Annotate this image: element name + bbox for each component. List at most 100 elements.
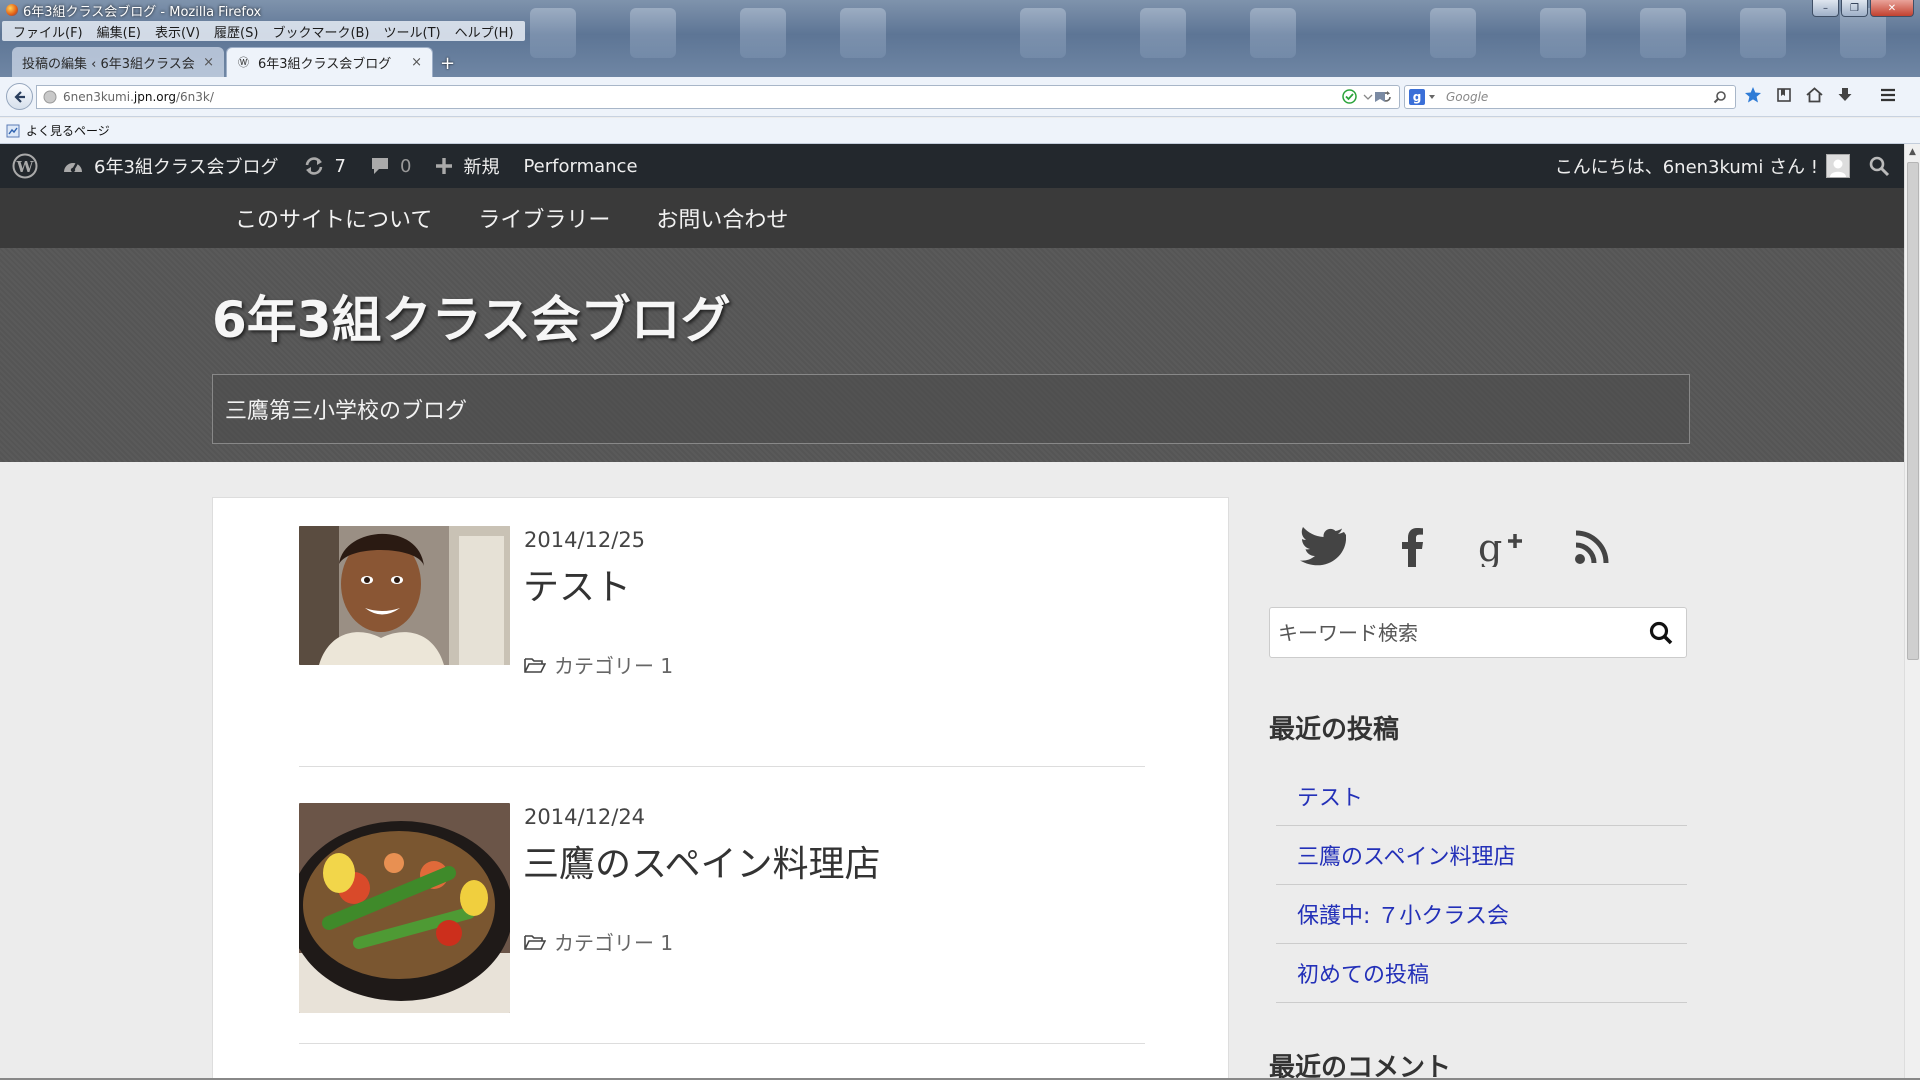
menu-view[interactable]: 表示(V): [148, 22, 207, 41]
admin-site-name[interactable]: 6年3組クラス会ブログ: [50, 144, 291, 188]
maximize-button[interactable]: ❐: [1841, 0, 1868, 17]
tab-edit-post[interactable]: 投稿の編集 ‹ 6年3組クラス会… ×: [12, 47, 224, 77]
close-tab-icon[interactable]: ×: [203, 55, 214, 70]
updates-icon: [305, 157, 322, 175]
close-tab-icon[interactable]: ×: [411, 55, 422, 70]
wordpress-favicon-icon: Ⓦ: [238, 56, 249, 69]
wordpress-logo-icon: W: [12, 153, 38, 179]
svg-text:W: W: [16, 158, 35, 176]
post-item: 2014/12/25 テスト カテゴリー 1: [299, 526, 1145, 767]
home-icon[interactable]: [1806, 87, 1823, 103]
site-description-text: 三鷹第三小学校のブログ: [225, 399, 468, 424]
admin-comments[interactable]: 0: [358, 144, 423, 188]
recent-posts-title: 最近の投稿: [1269, 715, 1400, 745]
recent-post-link[interactable]: テスト: [1276, 767, 1687, 826]
menu-edit[interactable]: 編集(E): [90, 22, 148, 41]
folder-icon: [524, 934, 546, 950]
nav-library[interactable]: ライブラリー: [478, 202, 610, 234]
post-divider: [299, 766, 1145, 767]
comments-icon: [372, 158, 388, 174]
url-prefix: 6nen3kumi.: [63, 90, 134, 104]
rss-icon[interactable]: [1574, 529, 1610, 565]
new-tab-button[interactable]: +: [440, 53, 455, 74]
verified-check-icon[interactable]: [1342, 89, 1357, 104]
post-divider: [299, 1043, 1145, 1044]
addon-icon[interactable]: [1372, 89, 1388, 105]
facebook-icon[interactable]: [1398, 527, 1426, 567]
page-scrollbar[interactable]: ▲: [1904, 144, 1920, 1078]
keyword-search-input[interactable]: [1278, 612, 1636, 653]
bookmark-star-icon[interactable]: [1744, 86, 1762, 104]
user-silhouette-icon: [1830, 159, 1846, 177]
bookmark-most-visited[interactable]: よく見るページ: [6, 122, 110, 139]
performance-label: Performance: [523, 155, 638, 177]
url-domain: jpn.org: [133, 90, 176, 104]
menu-tools[interactable]: ツール(T): [377, 22, 448, 41]
post-title[interactable]: テスト: [523, 558, 631, 610]
globe-icon: [43, 90, 57, 104]
menu-help[interactable]: ヘルプ(H): [448, 22, 521, 41]
recent-post-link[interactable]: 保護中: ７小クラス会: [1276, 885, 1687, 944]
sidebar-search: [1269, 607, 1687, 658]
window-controls: – ❐ ✕: [1812, 0, 1914, 17]
keyword-search-button[interactable]: [1636, 609, 1686, 657]
post-title[interactable]: 三鷹のスペイン料理店: [523, 835, 880, 887]
scrollbar-thumb[interactable]: [1907, 162, 1919, 660]
admin-new-content[interactable]: 新規: [423, 144, 511, 188]
hamburger-menu-icon[interactable]: [1879, 87, 1897, 103]
bookmarks-toolbar: よく見るページ: [0, 118, 1920, 144]
url-bar[interactable]: 6nen3kumi.jpn.org/6n3k/: [36, 85, 1400, 109]
search-icon: [1649, 621, 1673, 644]
search-engine-dropdown-icon[interactable]: [1428, 93, 1436, 101]
recent-comments-title: 最近のコメント: [1269, 1053, 1452, 1080]
search-input[interactable]: Google: [1446, 90, 1713, 104]
site-title[interactable]: 6年3組クラス会ブログ: [212, 280, 731, 352]
new-label: 新規: [463, 157, 500, 178]
nav-about[interactable]: このサイトについて: [235, 202, 432, 234]
site-navigation: このサイトについて ライブラリー お問い合わせ: [0, 188, 1904, 248]
page-icon: [6, 124, 20, 137]
twitter-icon[interactable]: [1300, 527, 1346, 567]
admin-performance[interactable]: Performance: [511, 144, 649, 188]
plus-icon: [436, 158, 453, 174]
close-window-button[interactable]: ✕: [1870, 0, 1914, 17]
window-title: 6年3組クラス会ブログ - Mozilla Firefox: [23, 4, 262, 20]
svg-text:g: g: [1478, 527, 1502, 567]
downloads-icon[interactable]: [1837, 87, 1853, 103]
back-button[interactable]: [6, 83, 33, 110]
main-content: 2014/12/25 テスト カテゴリー 1 2014/12/24 三鷹のスペイ: [212, 497, 1229, 1080]
account-greeting: こんにちは、6nen3kumi さん !: [1554, 157, 1818, 178]
search-icon[interactable]: [1713, 90, 1727, 104]
scroll-up-icon[interactable]: ▲: [1905, 144, 1920, 160]
menu-bar: ファイル(F) 編集(E) 表示(V) 履歴(S) ブックマーク(B) ツール(…: [2, 21, 525, 41]
admin-updates[interactable]: 7: [291, 144, 358, 188]
admin-bar-right: こんにちは、6nen3kumi さん !: [1555, 144, 1890, 188]
dashboard-icon: [64, 162, 82, 173]
menu-bookmarks[interactable]: ブックマーク(B): [265, 22, 376, 41]
menu-file[interactable]: ファイル(F): [6, 22, 90, 41]
wp-logo-menu[interactable]: W: [0, 144, 50, 188]
post-thumbnail-girl[interactable]: [299, 526, 510, 665]
admin-search-icon[interactable]: [1868, 155, 1890, 177]
search-bar[interactable]: g Google: [1404, 85, 1736, 109]
firefox-logo-icon: [6, 4, 18, 16]
comments-count: 0: [400, 155, 412, 177]
tab-label: 投稿の編集 ‹ 6年3組クラス会…: [22, 56, 196, 72]
nav-contact[interactable]: お問い合わせ: [656, 202, 788, 234]
google-search-engine-icon[interactable]: g: [1409, 89, 1425, 105]
post-category-link[interactable]: カテゴリー 1: [554, 927, 673, 956]
recent-post-link[interactable]: 三鷹のスペイン料理店: [1276, 826, 1687, 885]
menu-history[interactable]: 履歴(S): [207, 22, 265, 41]
minimize-button[interactable]: –: [1812, 0, 1839, 17]
url-path: /6n3k/: [175, 90, 214, 104]
my-account[interactable]: こんにちは、6nen3kumi さん !: [1555, 153, 1850, 179]
recent-post-link[interactable]: 初めての投稿: [1276, 944, 1687, 1003]
post-category-link[interactable]: カテゴリー 1: [554, 650, 673, 679]
window-chrome: 6年3組クラス会ブログ - Mozilla Firefox – ❐ ✕ ファイル…: [0, 0, 1920, 77]
post-thumbnail-paella[interactable]: [299, 803, 510, 1013]
post-date: 2014/12/25: [524, 528, 646, 552]
bookmarks-menu-icon[interactable]: [1776, 87, 1792, 103]
google-plus-icon[interactable]: g: [1478, 527, 1522, 567]
folder-icon: [524, 657, 546, 673]
tab-blog[interactable]: Ⓦ 6年3組クラス会ブログ ×: [226, 47, 433, 77]
